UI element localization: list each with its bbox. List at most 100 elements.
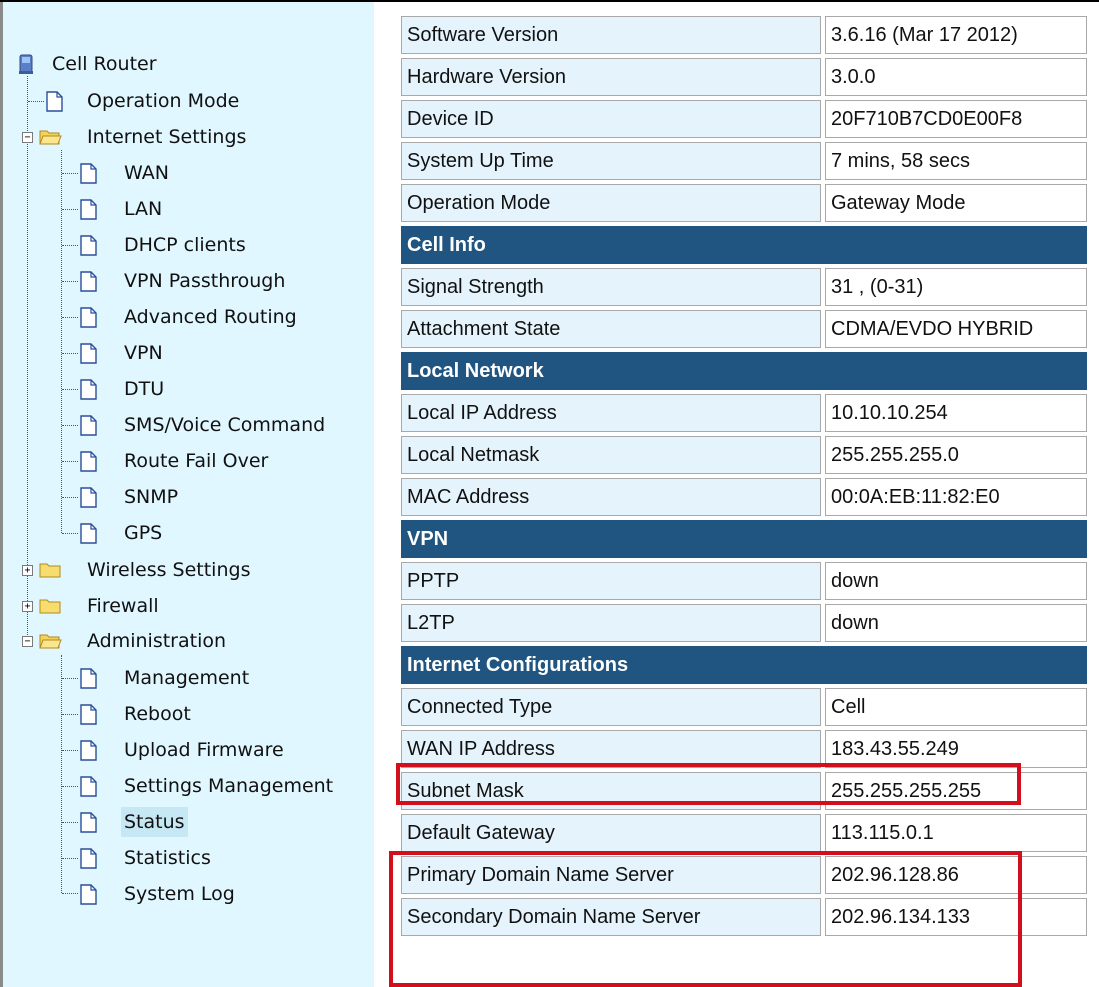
section-title: Internet Configurations bbox=[401, 646, 1087, 684]
page-icon bbox=[80, 451, 97, 472]
page-icon bbox=[80, 704, 97, 725]
page-icon bbox=[80, 343, 97, 364]
tree-item-dhcp-clients[interactable]: DHCP clients bbox=[79, 230, 359, 260]
page-icon bbox=[80, 235, 97, 256]
tree-folder-firewall[interactable]: Firewall bbox=[39, 591, 369, 621]
section-title: Cell Info bbox=[401, 226, 1087, 264]
row-value: 00:0A:EB:11:82:E0 bbox=[825, 478, 1087, 516]
tree-item-route-fail-over[interactable]: Route Fail Over bbox=[79, 446, 359, 476]
row-label: Hardware Version bbox=[401, 58, 821, 96]
tree-root-cell-router[interactable]: Cell Router bbox=[17, 49, 367, 79]
tree-item-wan[interactable]: WAN bbox=[79, 158, 359, 188]
row-label: Connected Type bbox=[401, 688, 821, 726]
folder-open-icon bbox=[39, 634, 62, 649]
row-label: Operation Mode bbox=[401, 184, 821, 222]
table-row: Connected Type Cell bbox=[401, 688, 1087, 726]
expand-toggle[interactable]: + bbox=[22, 565, 33, 576]
table-row: Hardware Version 3.0.0 bbox=[401, 58, 1087, 96]
row-value: down bbox=[825, 604, 1087, 642]
page-icon bbox=[80, 271, 97, 292]
row-label: Local Netmask bbox=[401, 436, 821, 474]
tree-item-vpn[interactable]: VPN bbox=[79, 338, 359, 368]
tree-item-settings-management[interactable]: Settings Management bbox=[79, 771, 369, 801]
row-label: L2TP bbox=[401, 604, 821, 642]
table-row: Attachment State CDMA/EVDO HYBRID bbox=[401, 310, 1087, 348]
table-row: Local Netmask 255.255.255.0 bbox=[401, 436, 1087, 474]
row-value: down bbox=[825, 562, 1087, 600]
tree-item-advanced-routing[interactable]: Advanced Routing bbox=[79, 302, 359, 332]
page-icon bbox=[80, 848, 97, 869]
row-label: System Up Time bbox=[401, 142, 821, 180]
row-label: Local IP Address bbox=[401, 394, 821, 432]
folder-open-icon bbox=[39, 130, 62, 145]
table-row: Software Version 3.6.16 (Mar 17 2012) bbox=[401, 16, 1087, 54]
table-row: Local IP Address 10.10.10.254 bbox=[401, 394, 1087, 432]
tree-item-lan[interactable]: LAN bbox=[79, 194, 359, 224]
row-label: Software Version bbox=[401, 16, 821, 54]
row-value: 113.115.0.1 bbox=[825, 814, 1087, 852]
folder-icon bbox=[39, 563, 61, 578]
row-value: 3.6.16 (Mar 17 2012) bbox=[825, 16, 1087, 54]
section-title: VPN bbox=[401, 520, 1087, 558]
tree-item-vpn-passthrough[interactable]: VPN Passthrough bbox=[79, 266, 359, 296]
highlight-box-wan-ip bbox=[396, 763, 1021, 805]
row-label: Signal Strength bbox=[401, 268, 821, 306]
row-value: Gateway Mode bbox=[825, 184, 1087, 222]
row-label: PPTP bbox=[401, 562, 821, 600]
table-row: System Up Time 7 mins, 58 secs bbox=[401, 142, 1087, 180]
section-header-local-network: Local Network bbox=[401, 352, 1087, 390]
row-value: 7 mins, 58 secs bbox=[825, 142, 1087, 180]
collapse-toggle[interactable]: − bbox=[22, 636, 33, 647]
section-header-cell-info: Cell Info bbox=[401, 226, 1087, 264]
table-row: MAC Address 00:0A:EB:11:82:E0 bbox=[401, 478, 1087, 516]
page-icon bbox=[80, 379, 97, 400]
row-value: CDMA/EVDO HYBRID bbox=[825, 310, 1087, 348]
expand-toggle[interactable]: + bbox=[22, 601, 33, 612]
tree-folder-administration[interactable]: Administration bbox=[39, 626, 369, 656]
page-icon bbox=[80, 415, 97, 436]
page-icon bbox=[80, 884, 97, 905]
tree-item-gps[interactable]: GPS bbox=[79, 518, 359, 548]
page-icon bbox=[80, 668, 97, 689]
tree-folder-wireless-settings[interactable]: Wireless Settings bbox=[39, 555, 369, 585]
tree-folder-internet-settings[interactable]: Internet Settings bbox=[39, 122, 369, 152]
table-row: Signal Strength 31 , (0-31) bbox=[401, 268, 1087, 306]
section-title: Local Network bbox=[401, 352, 1087, 390]
highlight-box-gateway-dns bbox=[389, 851, 1022, 987]
folder-icon bbox=[39, 599, 61, 614]
row-value: 20F710B7CD0E00F8 bbox=[825, 100, 1087, 138]
page-icon bbox=[80, 487, 97, 508]
tree-item-upload-firmware[interactable]: Upload Firmware bbox=[79, 735, 359, 765]
table-row: Operation Mode Gateway Mode bbox=[401, 184, 1087, 222]
tree-item-snmp[interactable]: SNMP bbox=[79, 482, 359, 512]
row-label: Device ID bbox=[401, 100, 821, 138]
tree-item-dtu[interactable]: DTU bbox=[79, 374, 359, 404]
tree-item-status[interactable]: Status bbox=[79, 807, 359, 837]
row-label: Default Gateway bbox=[401, 814, 821, 852]
table-row: Device ID 20F710B7CD0E00F8 bbox=[401, 100, 1087, 138]
row-label: MAC Address bbox=[401, 478, 821, 516]
page-icon bbox=[80, 163, 97, 184]
section-header-internet-configurations: Internet Configurations bbox=[401, 646, 1087, 684]
row-value: 10.10.10.254 bbox=[825, 394, 1087, 432]
tree-item-reboot[interactable]: Reboot bbox=[79, 699, 359, 729]
page-icon bbox=[80, 523, 97, 544]
tree-item-system-log[interactable]: System Log bbox=[79, 879, 359, 909]
row-value: 255.255.255.0 bbox=[825, 436, 1087, 474]
computer-icon bbox=[19, 54, 33, 74]
nav-tree: Cell Router Operation Mode − Internet Se… bbox=[3, 2, 374, 987]
table-row: PPTP down bbox=[401, 562, 1087, 600]
page-icon bbox=[80, 776, 97, 797]
table-row: L2TP down bbox=[401, 604, 1087, 642]
collapse-toggle[interactable]: − bbox=[22, 132, 33, 143]
selected-item-label: Status bbox=[121, 807, 188, 837]
tree-item-statistics[interactable]: Statistics bbox=[79, 843, 359, 873]
tree-item-management[interactable]: Management bbox=[79, 663, 359, 693]
row-value: 3.0.0 bbox=[825, 58, 1087, 96]
tree-line bbox=[27, 76, 28, 641]
page-icon bbox=[80, 812, 97, 833]
section-header-vpn: VPN bbox=[401, 520, 1087, 558]
row-label: Attachment State bbox=[401, 310, 821, 348]
tree-item-operation-mode[interactable]: Operation Mode bbox=[45, 86, 365, 116]
tree-item-sms-voice-command[interactable]: SMS/Voice Command bbox=[79, 410, 369, 440]
